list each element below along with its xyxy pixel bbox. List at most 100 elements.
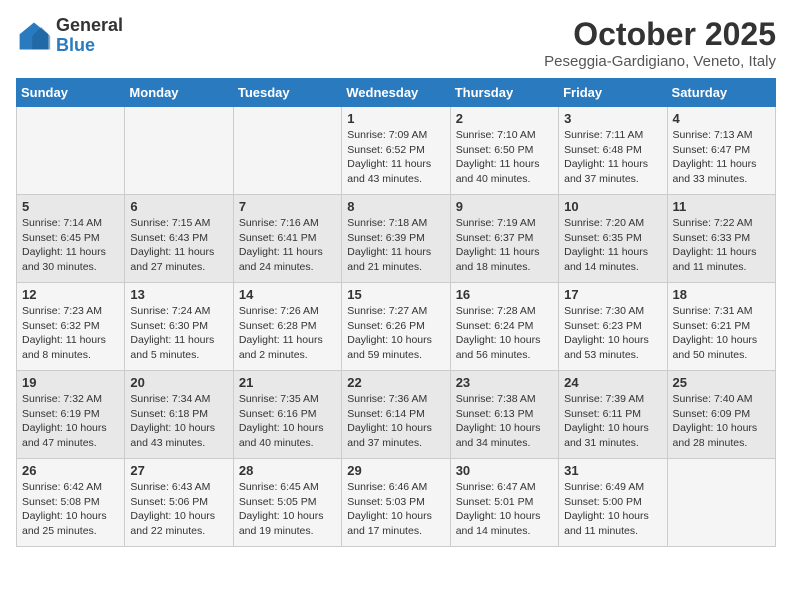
- day-number: 9: [456, 199, 553, 214]
- day-number: 10: [564, 199, 661, 214]
- calendar-day-16: 16 Sunrise: 7:28 AM Sunset: 6:24 PM Dayli…: [450, 283, 558, 371]
- day-number: 2: [456, 111, 553, 126]
- day-info: Sunrise: 7:38 AM Sunset: 6:13 PM Dayligh…: [456, 392, 553, 451]
- calendar-day-26: 26Sunrise: 6:42 AM Sunset: 5:08 PM Dayli…: [17, 459, 125, 547]
- day-info: Sunrise: 7:24 AM Sunset: 6:30 PM Dayligh…: [130, 304, 227, 363]
- day-number: 30: [456, 463, 553, 478]
- day-info: Sunrise: 7:32 AM Sunset: 6:19 PM Dayligh…: [22, 392, 119, 451]
- weekday-header-tuesday: Tuesday: [233, 79, 341, 107]
- calendar-day-27: 27 Sunrise: 6:43 AM Sunset: 5:06 PM Dayli…: [125, 459, 233, 547]
- day-info: Sunrise: 7:16 AM Sunset: 6:41 PM Dayligh…: [239, 216, 336, 275]
- calendar-day-14: 14Sunrise: 7:26 AM Sunset: 6:28 PM Dayli…: [233, 283, 341, 371]
- day-number: 4: [673, 111, 770, 126]
- day-number: 11: [673, 199, 770, 214]
- day-info: Sunrise: 7:27 AM Sunset: 6:26 PM Dayligh…: [347, 304, 444, 363]
- calendar-day-15: 15 Sunrise: 7:27 AM Sunset: 6:26 PM Dayli…: [342, 283, 450, 371]
- day-info: Sunrise: 6:47 AM Sunset: 5:01 PM Dayligh…: [456, 480, 553, 539]
- day-info: Sunrise: 7:30 AM Sunset: 6:23 PM Dayligh…: [564, 304, 661, 363]
- day-info: Sunrise: 6:46 AM Sunset: 5:03 PM Dayligh…: [347, 480, 444, 539]
- day-info: Sunrise: 7:10 AM Sunset: 6:50 PM Dayligh…: [456, 128, 553, 187]
- calendar-week-row: 12Sunrise: 7:23 AM Sunset: 6:32 PM Dayli…: [17, 283, 776, 371]
- calendar-day-24: 24 Sunrise: 7:39 AM Sunset: 6:11 PM Dayli…: [559, 371, 667, 459]
- logo-icon: [16, 18, 52, 54]
- calendar-day-30: 30 Sunrise: 6:47 AM Sunset: 5:01 PM Dayli…: [450, 459, 558, 547]
- day-number: 7: [239, 199, 336, 214]
- calendar-day-8: 8Sunrise: 7:18 AM Sunset: 6:39 PM Daylig…: [342, 195, 450, 283]
- day-number: 28: [239, 463, 336, 478]
- day-info: Sunrise: 7:19 AM Sunset: 6:37 PM Dayligh…: [456, 216, 553, 275]
- calendar-day-10: 10 Sunrise: 7:20 AM Sunset: 6:35 PM Dayli…: [559, 195, 667, 283]
- day-info: Sunrise: 6:43 AM Sunset: 5:06 PM Dayligh…: [130, 480, 227, 539]
- day-info: Sunrise: 7:14 AM Sunset: 6:45 PM Dayligh…: [22, 216, 119, 275]
- weekday-header-saturday: Saturday: [667, 79, 775, 107]
- day-number: 16: [456, 287, 553, 302]
- calendar-day-5: 5 Sunrise: 7:14 AM Sunset: 6:45 PM Daylig…: [17, 195, 125, 283]
- day-info: Sunrise: 7:11 AM Sunset: 6:48 PM Dayligh…: [564, 128, 661, 187]
- calendar-week-row: 5 Sunrise: 7:14 AM Sunset: 6:45 PM Daylig…: [17, 195, 776, 283]
- day-info: Sunrise: 6:49 AM Sunset: 5:00 PM Dayligh…: [564, 480, 661, 539]
- day-number: 6: [130, 199, 227, 214]
- day-info: Sunrise: 7:39 AM Sunset: 6:11 PM Dayligh…: [564, 392, 661, 451]
- calendar-day-21: 21 Sunrise: 7:35 AM Sunset: 6:16 PM Dayli…: [233, 371, 341, 459]
- calendar-empty-cell: [17, 107, 125, 195]
- day-info: Sunrise: 7:15 AM Sunset: 6:43 PM Dayligh…: [130, 216, 227, 275]
- weekday-header-friday: Friday: [559, 79, 667, 107]
- weekday-header-sunday: Sunday: [17, 79, 125, 107]
- day-number: 13: [130, 287, 227, 302]
- title-block: October 2025 Peseggia-Gardigiano, Veneto…: [544, 16, 776, 70]
- calendar-week-row: 26Sunrise: 6:42 AM Sunset: 5:08 PM Dayli…: [17, 459, 776, 547]
- calendar-day-9: 9 Sunrise: 7:19 AM Sunset: 6:37 PM Daylig…: [450, 195, 558, 283]
- day-number: 27: [130, 463, 227, 478]
- page-header: General Blue October 2025 Peseggia-Gardi…: [16, 16, 776, 70]
- day-info: Sunrise: 7:23 AM Sunset: 6:32 PM Dayligh…: [22, 304, 119, 363]
- day-number: 14: [239, 287, 336, 302]
- day-number: 19: [22, 375, 119, 390]
- day-info: Sunrise: 7:34 AM Sunset: 6:18 PM Dayligh…: [130, 392, 227, 451]
- day-number: 3: [564, 111, 661, 126]
- day-number: 26: [22, 463, 119, 478]
- calendar-day-11: 11 Sunrise: 7:22 AM Sunset: 6:33 PM Dayli…: [667, 195, 775, 283]
- day-info: Sunrise: 7:28 AM Sunset: 6:24 PM Dayligh…: [456, 304, 553, 363]
- calendar-day-31: 31Sunrise: 6:49 AM Sunset: 5:00 PM Dayli…: [559, 459, 667, 547]
- day-info: Sunrise: 7:35 AM Sunset: 6:16 PM Dayligh…: [239, 392, 336, 451]
- month-title: October 2025: [544, 16, 776, 53]
- day-number: 22: [347, 375, 444, 390]
- day-info: Sunrise: 6:45 AM Sunset: 5:05 PM Dayligh…: [239, 480, 336, 539]
- calendar-day-2: 2 Sunrise: 7:10 AM Sunset: 6:50 PM Daylig…: [450, 107, 558, 195]
- weekday-header-thursday: Thursday: [450, 79, 558, 107]
- day-info: Sunrise: 7:20 AM Sunset: 6:35 PM Dayligh…: [564, 216, 661, 275]
- calendar-day-4: 4 Sunrise: 7:13 AM Sunset: 6:47 PM Daylig…: [667, 107, 775, 195]
- calendar-day-3: 3 Sunrise: 7:11 AM Sunset: 6:48 PM Daylig…: [559, 107, 667, 195]
- day-info: Sunrise: 7:09 AM Sunset: 6:52 PM Dayligh…: [347, 128, 444, 187]
- calendar-day-17: 17 Sunrise: 7:30 AM Sunset: 6:23 PM Dayli…: [559, 283, 667, 371]
- calendar-empty-cell: [233, 107, 341, 195]
- calendar-table: SundayMondayTuesdayWednesdayThursdayFrid…: [16, 78, 776, 547]
- calendar-day-29: 29 Sunrise: 6:46 AM Sunset: 5:03 PM Dayli…: [342, 459, 450, 547]
- day-number: 20: [130, 375, 227, 390]
- calendar-empty-cell: [667, 459, 775, 547]
- day-number: 8: [347, 199, 444, 214]
- calendar-day-22: 22 Sunrise: 7:36 AM Sunset: 6:14 PM Dayli…: [342, 371, 450, 459]
- day-number: 5: [22, 199, 119, 214]
- logo-general: General: [56, 16, 123, 36]
- weekday-header-row: SundayMondayTuesdayWednesdayThursdayFrid…: [17, 79, 776, 107]
- calendar-day-19: 19 Sunrise: 7:32 AM Sunset: 6:19 PM Dayli…: [17, 371, 125, 459]
- day-number: 17: [564, 287, 661, 302]
- day-number: 15: [347, 287, 444, 302]
- day-info: Sunrise: 7:40 AM Sunset: 6:09 PM Dayligh…: [673, 392, 770, 451]
- calendar-day-13: 13 Sunrise: 7:24 AM Sunset: 6:30 PM Dayli…: [125, 283, 233, 371]
- logo-text: General Blue: [56, 16, 123, 56]
- day-number: 21: [239, 375, 336, 390]
- calendar-day-20: 20 Sunrise: 7:34 AM Sunset: 6:18 PM Dayli…: [125, 371, 233, 459]
- day-info: Sunrise: 7:31 AM Sunset: 6:21 PM Dayligh…: [673, 304, 770, 363]
- day-info: Sunrise: 7:36 AM Sunset: 6:14 PM Dayligh…: [347, 392, 444, 451]
- day-number: 18: [673, 287, 770, 302]
- logo-blue: Blue: [56, 36, 123, 56]
- day-info: Sunrise: 7:22 AM Sunset: 6:33 PM Dayligh…: [673, 216, 770, 275]
- day-number: 29: [347, 463, 444, 478]
- day-info: Sunrise: 7:13 AM Sunset: 6:47 PM Dayligh…: [673, 128, 770, 187]
- day-number: 24: [564, 375, 661, 390]
- calendar-day-18: 18 Sunrise: 7:31 AM Sunset: 6:21 PM Dayli…: [667, 283, 775, 371]
- calendar-day-28: 28 Sunrise: 6:45 AM Sunset: 5:05 PM Dayli…: [233, 459, 341, 547]
- calendar-day-12: 12Sunrise: 7:23 AM Sunset: 6:32 PM Dayli…: [17, 283, 125, 371]
